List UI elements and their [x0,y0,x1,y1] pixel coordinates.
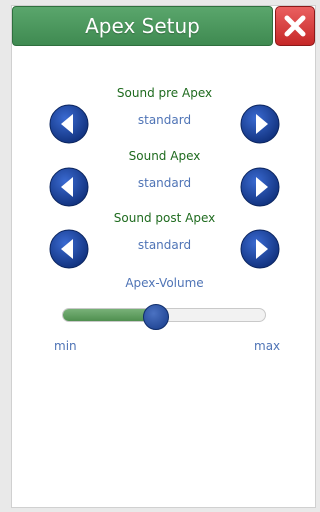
sound-pre-apex-prev-button[interactable] [49,104,89,144]
volume-slider-thumb[interactable] [142,304,169,330]
dialog-header: Apex Setup [12,6,273,46]
apex-setup-dialog: Apex Setup Sound pre Apex standard Sound… [11,5,316,508]
sound-apex-next-button[interactable] [240,167,280,207]
sound-post-apex-prev-button[interactable] [49,229,89,269]
dialog-title: Apex Setup [85,14,200,38]
volume-min-label: min [54,339,77,353]
sound-pre-apex-label: Sound pre Apex [116,86,213,100]
sound-post-apex-label: Sound post Apex [113,211,216,225]
volume-max-label: max [254,339,281,353]
close-button[interactable] [275,6,315,46]
sound-post-apex-next-button[interactable] [240,229,280,269]
volume-slider-fill [63,309,156,321]
sound-apex-label: Sound Apex [128,149,201,163]
sound-apex-prev-button[interactable] [49,167,89,207]
apex-volume-label: Apex-Volume [125,276,204,290]
sound-pre-apex-next-button[interactable] [240,104,280,144]
close-icon [284,15,306,37]
